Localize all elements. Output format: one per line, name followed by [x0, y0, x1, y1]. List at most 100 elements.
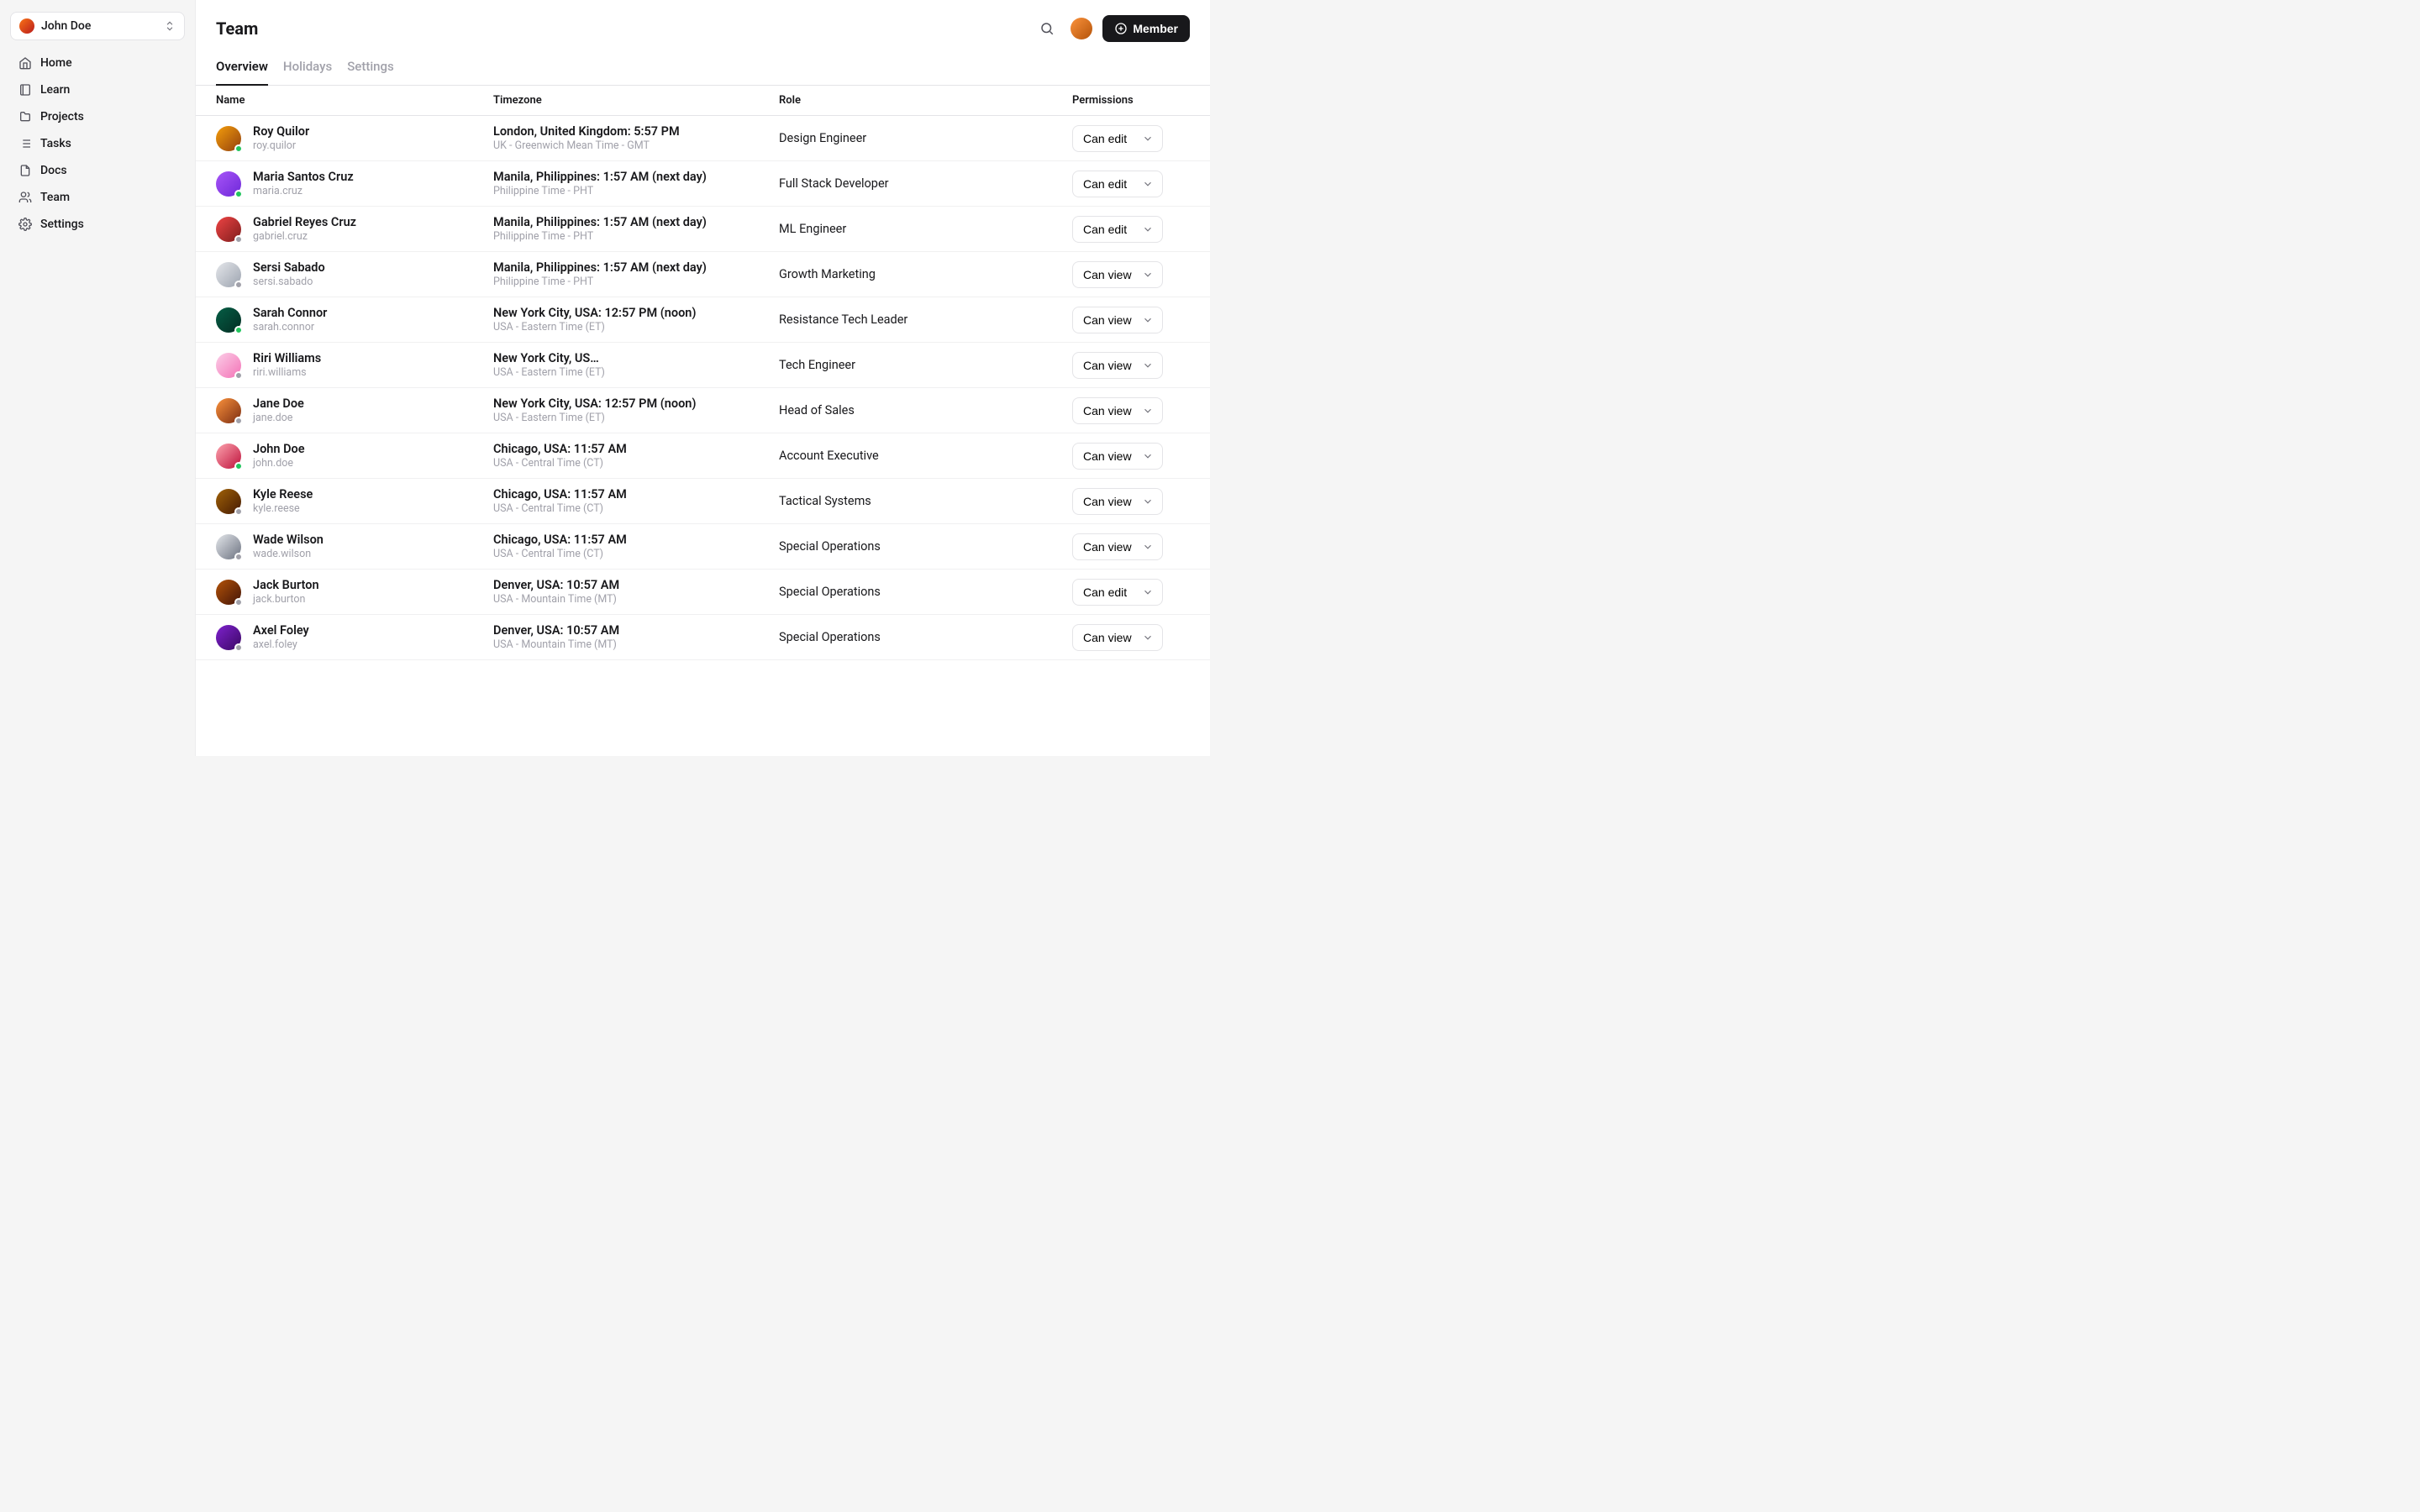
table-row: Riri Williams riri.williams New York Cit… — [196, 343, 1210, 388]
tab-holidays[interactable]: Holidays — [283, 54, 332, 86]
permission-label: Can edit — [1083, 177, 1127, 191]
permission-select[interactable]: Can view — [1072, 624, 1163, 651]
status-offline-icon — [234, 371, 243, 380]
member-avatar — [216, 534, 241, 559]
permission-select[interactable]: Can edit — [1072, 171, 1163, 197]
status-offline-icon — [234, 235, 243, 244]
permission-select[interactable]: Can view — [1072, 307, 1163, 333]
permission-select[interactable]: Can view — [1072, 488, 1163, 515]
member-avatar — [216, 580, 241, 605]
sidebar-item-learn[interactable]: Learn — [10, 77, 185, 102]
member-name: Sarah Connor — [253, 306, 327, 320]
member-avatar — [216, 398, 241, 423]
member-username: sersi.sabado — [253, 276, 325, 288]
member-role: Design Engineer — [779, 131, 1072, 145]
permission-select[interactable]: Can edit — [1072, 579, 1163, 606]
members-table: Name Timezone Role Permissions Roy Quilo… — [196, 86, 1210, 756]
timezone-secondary: Philippine Time - PHT — [493, 230, 779, 243]
table-row: Wade Wilson wade.wilson Chicago, USA: 11… — [196, 524, 1210, 570]
sidebar-item-projects[interactable]: Projects — [10, 104, 185, 129]
member-name: Axel Foley — [253, 623, 309, 638]
timezone-secondary: Philippine Time - PHT — [493, 185, 779, 197]
status-offline-icon — [234, 598, 243, 606]
folder-icon — [18, 110, 32, 123]
permission-label: Can view — [1083, 631, 1132, 644]
current-user-avatar[interactable] — [1071, 18, 1092, 39]
timezone-secondary: USA - Eastern Time (ET) — [493, 321, 779, 333]
status-offline-icon — [234, 643, 243, 652]
page-header: Team Member — [196, 0, 1210, 54]
sidebar-item-label: Projects — [40, 110, 84, 123]
status-online-icon — [234, 190, 243, 198]
tab-overview[interactable]: Overview — [216, 54, 268, 86]
member-role: Special Operations — [779, 585, 1072, 599]
table-row: Axel Foley axel.foley Denver, USA: 10:57… — [196, 615, 1210, 660]
table-row: Sarah Connor sarah.connor New York City,… — [196, 297, 1210, 343]
member-avatar — [216, 126, 241, 151]
table-row: Kyle Reese kyle.reese Chicago, USA: 11:5… — [196, 479, 1210, 524]
sidebar-item-label: Home — [40, 56, 72, 70]
member-avatar — [216, 171, 241, 197]
permission-select[interactable]: Can view — [1072, 443, 1163, 470]
status-offline-icon — [234, 281, 243, 289]
chevron-down-icon — [1142, 178, 1154, 190]
sidebar-item-label: Settings — [40, 218, 84, 231]
home-icon — [18, 56, 32, 70]
sidebar-item-label: Learn — [40, 83, 70, 97]
sidebar-item-label: Team — [40, 191, 70, 204]
table-header: Name Timezone Role Permissions — [196, 86, 1210, 116]
member-avatar — [216, 262, 241, 287]
tab-settings[interactable]: Settings — [347, 54, 394, 86]
table-row: Sersi Sabado sersi.sabado Manila, Philip… — [196, 252, 1210, 297]
member-role: Special Operations — [779, 539, 1072, 554]
sidebar-nav: Home Learn Projects TasksDocs Team Settings — [10, 50, 185, 237]
col-timezone: Timezone — [493, 94, 779, 107]
table-row: Jack Burton jack.burton Denver, USA: 10:… — [196, 570, 1210, 615]
user-avatar-icon — [19, 18, 34, 34]
permission-select[interactable]: Can edit — [1072, 125, 1163, 152]
permission-select[interactable]: Can edit — [1072, 216, 1163, 243]
col-permissions: Permissions — [1072, 94, 1190, 107]
member-username: axel.foley — [253, 638, 309, 651]
sidebar-item-team[interactable]: Team — [10, 185, 185, 210]
permission-label: Can view — [1083, 540, 1132, 554]
search-icon — [1039, 21, 1055, 36]
timezone-primary: Denver, USA: 10:57 AM — [493, 623, 779, 638]
status-online-icon — [234, 326, 243, 334]
chevron-down-icon — [1142, 269, 1154, 281]
timezone-secondary: USA - Central Time (CT) — [493, 548, 779, 560]
member-name: John Doe — [253, 442, 305, 456]
permission-label: Can edit — [1083, 585, 1127, 599]
timezone-primary: Manila, Philippines: 1:57 AM (next day) — [493, 170, 779, 184]
sidebar-item-docs[interactable]: Docs — [10, 158, 185, 183]
permission-label: Can edit — [1083, 223, 1127, 236]
member-role: Full Stack Developer — [779, 176, 1072, 191]
timezone-primary: New York City, USA: 12:57 PM (noon) — [493, 396, 779, 411]
permission-label: Can view — [1083, 449, 1132, 463]
timezone-primary: New York City, US… — [493, 351, 779, 365]
member-role: Tech Engineer — [779, 358, 1072, 372]
chevron-down-icon — [1142, 133, 1154, 144]
timezone-primary: Chicago, USA: 11:57 AM — [493, 442, 779, 456]
sidebar-item-home[interactable]: Home — [10, 50, 185, 76]
member-name: Sersi Sabado — [253, 260, 325, 275]
member-name: Wade Wilson — [253, 533, 324, 547]
member-role: Head of Sales — [779, 403, 1072, 417]
sidebar: John Doe Home Learn Projects TasksDocs Team S… — [0, 0, 195, 756]
sidebar-item-settings[interactable]: Settings — [10, 212, 185, 237]
chevron-down-icon — [1142, 314, 1154, 326]
permission-label: Can view — [1083, 495, 1132, 508]
permission-select[interactable]: Can view — [1072, 533, 1163, 560]
member-name: Roy Quilor — [253, 124, 309, 139]
permission-select[interactable]: Can view — [1072, 397, 1163, 424]
add-member-button[interactable]: Member — [1102, 15, 1190, 42]
sidebar-item-tasks[interactable]: Tasks — [10, 131, 185, 156]
member-username: maria.cruz — [253, 185, 354, 197]
member-role: Resistance Tech Leader — [779, 312, 1072, 327]
permission-select[interactable]: Can view — [1072, 261, 1163, 288]
workspace-user-name: John Doe — [41, 19, 157, 33]
search-button[interactable] — [1034, 15, 1060, 42]
workspace-switcher[interactable]: John Doe — [10, 12, 185, 40]
permission-select[interactable]: Can view — [1072, 352, 1163, 379]
member-avatar — [216, 307, 241, 333]
